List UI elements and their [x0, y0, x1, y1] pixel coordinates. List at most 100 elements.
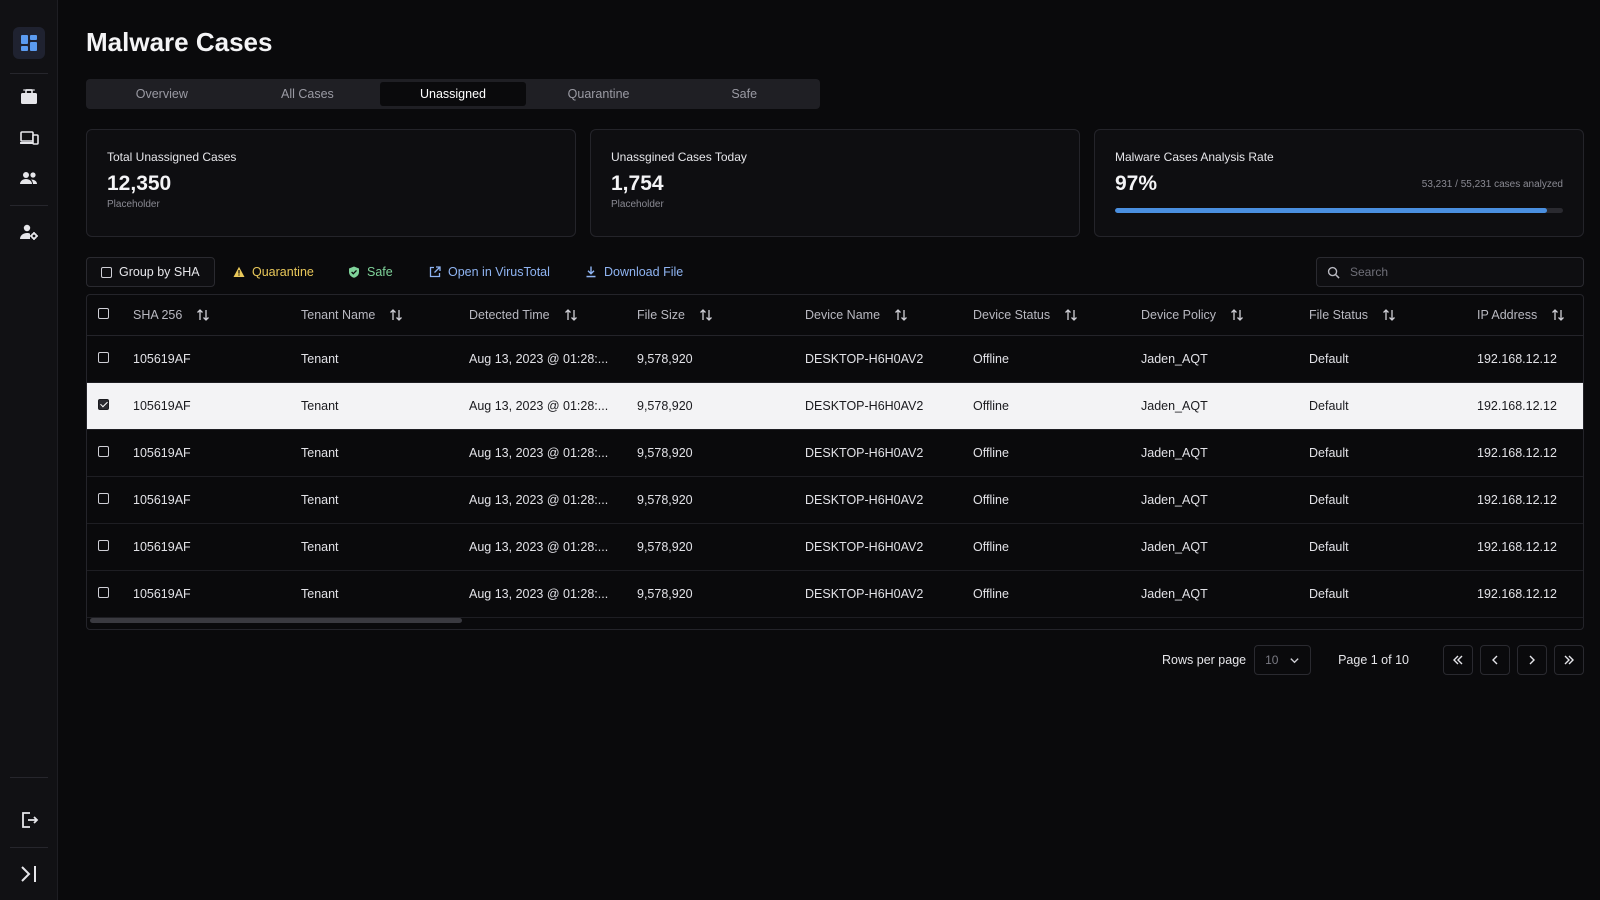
previous-page-button[interactable]	[1480, 645, 1510, 675]
analysis-progress-bar	[1115, 208, 1563, 213]
first-page-button[interactable]	[1443, 645, 1473, 675]
tab-all-cases[interactable]: All Cases	[235, 82, 381, 106]
download-icon	[586, 266, 596, 278]
cell-device-policy: Jaden_AQT	[1141, 335, 1309, 383]
logout-button[interactable]	[13, 804, 45, 836]
rows-per-page-select[interactable]: 10	[1254, 645, 1312, 675]
row-checkbox[interactable]	[98, 398, 109, 410]
column-label: Device Name	[805, 307, 881, 322]
sort-icon[interactable]	[1230, 308, 1244, 322]
cell-tenant-name: Tenant	[301, 335, 469, 383]
tab-quarantine[interactable]: Quarantine	[526, 82, 672, 106]
group-by-sha-toggle[interactable]: Group by SHA	[86, 257, 215, 287]
select-all-checkbox[interactable]	[98, 307, 109, 319]
cell-tenant-name: Tenant	[301, 570, 469, 618]
cell-device-status: Offline	[973, 570, 1141, 618]
expand-sidebar-button[interactable]	[13, 858, 45, 890]
sort-icon[interactable]	[894, 308, 908, 322]
sidebar-item-users[interactable]	[13, 162, 45, 194]
group-by-sha-label: Group by SHA	[119, 265, 200, 279]
shield-check-icon	[349, 266, 359, 278]
table-row[interactable]: 105619AF Tenant Aug 13, 2023 @ 01:28:...…	[87, 523, 1583, 571]
rows-per-page-value: 10	[1265, 653, 1279, 667]
cell-sha256: 105619AF	[133, 476, 301, 524]
column-label: IP Address	[1477, 307, 1538, 322]
row-select-cell	[87, 382, 133, 430]
row-checkbox[interactable]	[98, 539, 109, 551]
cell-device-status: Offline	[973, 523, 1141, 571]
cell-tenant-name: Tenant	[301, 476, 469, 524]
quarantine-button[interactable]: Quarantine	[233, 257, 314, 287]
table-row[interactable]: 105619AF Tenant Aug 13, 2023 @ 01:28:...…	[87, 335, 1583, 383]
sort-icon[interactable]	[196, 308, 210, 322]
download-label: Download File	[604, 265, 684, 279]
tab-unassigned[interactable]: Unassigned	[380, 82, 526, 106]
column-header-file-status[interactable]: File Status	[1309, 295, 1477, 336]
column-header-device-policy[interactable]: Device Policy	[1141, 295, 1309, 336]
tab-safe[interactable]: Safe	[671, 82, 817, 106]
cell-sha256: 105619AF	[133, 570, 301, 618]
cell-device-policy: Jaden_AQT	[1141, 523, 1309, 571]
cell-device-name: DESKTOP-H6H0AV2	[805, 570, 973, 618]
tab-overview[interactable]: Overview	[89, 82, 235, 106]
table-row[interactable]: 105619AF Tenant Aug 13, 2023 @ 01:28:...…	[87, 570, 1583, 618]
table-toolbar: Group by SHA Quarantine Safe Open in Vir…	[86, 257, 1584, 287]
safe-button[interactable]: Safe	[348, 257, 393, 287]
sidebar-item-cases[interactable]	[13, 81, 45, 113]
cell-device-name: DESKTOP-H6H0AV2	[805, 476, 973, 524]
users-icon	[20, 172, 37, 184]
search-input[interactable]	[1350, 265, 1570, 279]
horizontal-scrollbar[interactable]	[90, 618, 462, 623]
chevrons-left-icon	[1453, 655, 1463, 665]
table-row[interactable]: 105619AF Tenant Aug 13, 2023 @ 01:28:...…	[87, 429, 1583, 477]
download-file-button[interactable]: Download File	[585, 257, 683, 287]
row-checkbox[interactable]	[98, 586, 109, 598]
column-header-device-name[interactable]: Device Name	[805, 295, 973, 336]
sort-icon[interactable]	[1551, 308, 1565, 322]
sidebar-item-user-settings[interactable]	[13, 216, 45, 248]
page-indicator: Page 1 of 10	[1338, 653, 1409, 667]
row-checkbox[interactable]	[98, 445, 109, 457]
card-value: 12,350	[107, 172, 172, 195]
card-value: 1,754	[611, 172, 664, 195]
column-header-ip-address[interactable]: IP Address	[1477, 295, 1583, 336]
search-box	[1316, 257, 1584, 287]
select-all-cell	[87, 295, 133, 336]
devices-icon	[20, 131, 39, 145]
table-row[interactable]: 105619AF Tenant Aug 13, 2023 @ 01:28:...…	[87, 476, 1583, 524]
card-title: Total Unassigned Cases	[107, 150, 237, 164]
cell-file-size: 9,578,920	[637, 523, 805, 571]
last-page-button[interactable]	[1554, 645, 1584, 675]
cell-sha256: 105619AF	[133, 429, 301, 477]
sort-icon[interactable]	[699, 308, 713, 322]
total-unassigned-card: Total Unassigned Cases 12,350 Placeholde…	[86, 129, 576, 237]
sort-icon[interactable]	[1382, 308, 1396, 322]
row-checkbox[interactable]	[98, 351, 109, 363]
cell-file-status: Default	[1309, 523, 1477, 571]
column-header-sha256[interactable]: SHA 256	[133, 295, 301, 336]
sidebar-item-dashboard[interactable]	[13, 27, 45, 59]
tab-bar: Overview All Cases Unassigned Quarantine…	[86, 79, 820, 109]
column-header-tenant-name[interactable]: Tenant Name	[301, 295, 469, 336]
search-icon	[1327, 266, 1340, 279]
row-select-cell	[87, 476, 133, 524]
cell-device-policy: Jaden_AQT	[1141, 382, 1309, 430]
sort-icon[interactable]	[564, 308, 578, 322]
sort-icon[interactable]	[389, 308, 403, 322]
table-row[interactable]: 105619AF Tenant Aug 13, 2023 @ 01:28:...…	[87, 382, 1583, 430]
open-virustotal-button[interactable]: Open in VirusTotal	[429, 257, 550, 287]
cell-tenant-name: Tenant	[301, 382, 469, 430]
sort-icon[interactable]	[1064, 308, 1078, 322]
cell-detected-time: Aug 13, 2023 @ 01:28:...	[469, 382, 637, 430]
cell-detected-time: Aug 13, 2023 @ 01:28:...	[469, 476, 637, 524]
cell-detected-time: Aug 13, 2023 @ 01:28:...	[469, 429, 637, 477]
cell-file-size: 9,578,920	[637, 570, 805, 618]
column-header-detected-time[interactable]: Detected Time	[469, 295, 637, 336]
row-select-cell	[87, 335, 133, 383]
next-page-button[interactable]	[1517, 645, 1547, 675]
column-header-file-size[interactable]: File Size	[637, 295, 805, 336]
column-label: Device Status	[973, 307, 1051, 322]
sidebar-item-devices[interactable]	[13, 122, 45, 154]
column-header-device-status[interactable]: Device Status	[973, 295, 1141, 336]
row-checkbox[interactable]	[98, 492, 109, 504]
